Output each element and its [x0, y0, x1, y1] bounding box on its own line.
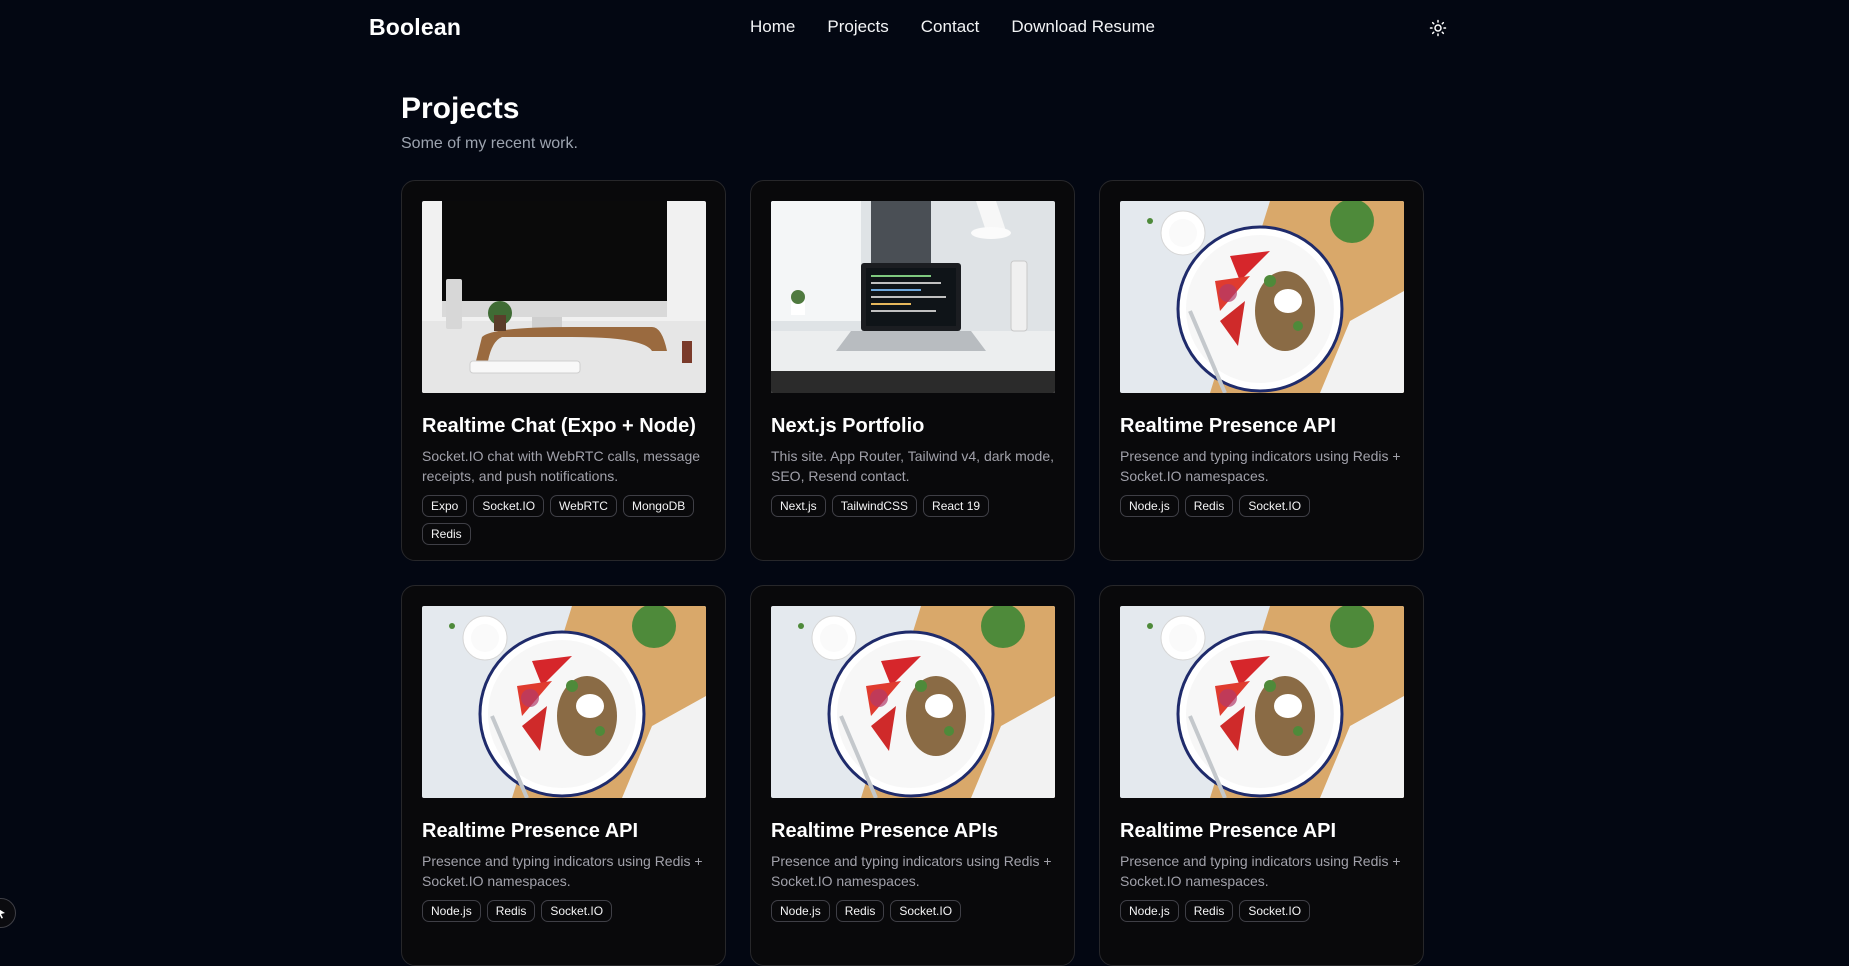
nav-links: Home Projects Contact Download Resume	[750, 17, 1155, 37]
food-plate-image	[771, 606, 1055, 798]
tag: Socket.IO	[890, 900, 962, 922]
project-description: Presence and typing indicators using Red…	[1120, 853, 1401, 889]
tag-list: Expo Socket.IO WebRTC MongoDB Redis	[422, 495, 705, 545]
tag: TailwindCSS	[831, 495, 918, 517]
project-description: This site. App Router, Tailwind v4, dark…	[771, 448, 1054, 484]
theme-toggle-button[interactable]	[1427, 17, 1449, 39]
tag-list: Node.js Redis Socket.IO	[1120, 495, 1403, 517]
nav-contact[interactable]: Contact	[921, 17, 980, 37]
nav-download-resume[interactable]: Download Resume	[1011, 17, 1155, 37]
tag: Socket.IO	[473, 495, 545, 517]
tag: Node.js	[422, 900, 481, 922]
project-card[interactable]: Realtime Chat (Expo + Node) Socket.IO ch…	[401, 180, 726, 561]
project-title: Realtime Presence API	[1120, 415, 1337, 437]
project-card[interactable]: Realtime Presence API Presence and typin…	[1099, 180, 1424, 561]
tag: Redis	[422, 523, 471, 545]
tag: Next.js	[771, 495, 826, 517]
cursor-icon	[0, 909, 5, 919]
nav-projects[interactable]: Projects	[827, 17, 888, 37]
projects-grid: Realtime Chat (Expo + Node) Socket.IO ch…	[401, 180, 1425, 966]
tag: Redis	[1184, 900, 1234, 922]
desk-imac-image	[422, 201, 706, 393]
desk-laptop-image	[771, 201, 1055, 393]
project-title: Realtime Presence APIs	[771, 820, 999, 842]
page-title: Projects	[401, 92, 520, 125]
project-card[interactable]: Realtime Presence APIs Presence and typi…	[750, 585, 1075, 966]
project-title: Next.js Portfolio	[771, 415, 925, 437]
project-description: Socket.IO chat with WebRTC calls, messag…	[422, 448, 701, 484]
tag: Expo	[422, 495, 468, 517]
project-title: Realtime Presence API	[422, 820, 639, 842]
tag: Node.js	[771, 900, 830, 922]
sun-icon	[1429, 19, 1447, 37]
page-subtitle: Some of my recent work.	[401, 135, 578, 152]
tag: Node.js	[1120, 900, 1179, 922]
tag: React 19	[923, 495, 990, 517]
tag: Node.js	[1120, 495, 1179, 517]
food-plate-image	[422, 606, 706, 798]
food-plate-image	[1120, 606, 1404, 798]
project-card[interactable]: Realtime Presence API Presence and typin…	[401, 585, 726, 966]
tag-list: Next.js TailwindCSS React 19	[771, 495, 1054, 517]
tag: Socket.IO	[1239, 495, 1311, 517]
tag: Redis	[486, 900, 536, 922]
floating-action-button[interactable]	[0, 898, 16, 928]
brand-logo[interactable]: Boolean	[369, 14, 461, 41]
tag-list: Node.js Redis Socket.IO	[771, 900, 1054, 922]
project-description: Presence and typing indicators using Red…	[1120, 448, 1401, 484]
tag: MongoDB	[622, 495, 695, 517]
navbar: Boolean Home Projects Contact Download R…	[0, 0, 1849, 56]
project-title: Realtime Presence API	[1120, 820, 1337, 842]
tag: Redis	[835, 900, 885, 922]
project-card[interactable]: Next.js Portfolio This site. App Router,…	[750, 180, 1075, 561]
project-card[interactable]: Realtime Presence API Presence and typin…	[1099, 585, 1424, 966]
project-title: Realtime Chat (Expo + Node)	[422, 415, 696, 437]
tag-list: Node.js Redis Socket.IO	[1120, 900, 1403, 922]
tag: Socket.IO	[541, 900, 613, 922]
tag: Socket.IO	[1239, 900, 1311, 922]
project-description: Presence and typing indicators using Red…	[771, 853, 1052, 889]
tag-list: Node.js Redis Socket.IO	[422, 900, 705, 922]
tag: Redis	[1184, 495, 1234, 517]
project-description: Presence and typing indicators using Red…	[422, 853, 703, 889]
tag: WebRTC	[550, 495, 617, 517]
nav-home[interactable]: Home	[750, 17, 795, 37]
food-plate-image	[1120, 201, 1404, 393]
